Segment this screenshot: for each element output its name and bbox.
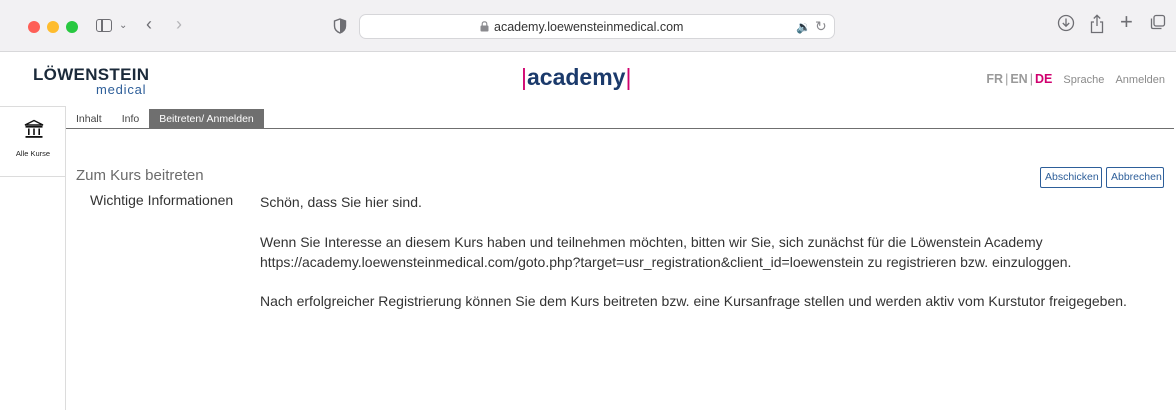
address-bar[interactable]: academy.loewensteinmedical.com 🔉 ↻ xyxy=(359,14,835,39)
page-title: Zum Kurs beitreten xyxy=(76,167,204,184)
close-window-button[interactable] xyxy=(28,21,40,33)
info-section-label: Wichtige Informationen xyxy=(90,192,234,208)
tab-overview-icon[interactable] xyxy=(1150,14,1166,30)
institution-icon xyxy=(24,119,44,138)
language-menu-link[interactable]: Sprache xyxy=(1063,74,1104,86)
language-navigation: FR | EN | DE Sprache Anmelden xyxy=(986,72,1165,86)
sidebar-toggle-icon[interactable] xyxy=(96,19,112,32)
tab-content[interactable]: Inhalt xyxy=(66,109,112,129)
info-paragraph-greeting: Schön, dass Sie hier sind. xyxy=(260,194,422,210)
url-text: academy.loewensteinmedical.com xyxy=(494,20,684,34)
cancel-button[interactable]: Abbrechen xyxy=(1106,167,1164,188)
logo-subtitle: medical xyxy=(95,82,147,97)
fullscreen-window-button[interactable] xyxy=(66,21,78,33)
info-paragraph-after-registration: Nach erfolgreicher Registrierung können … xyxy=(260,293,1127,309)
language-separator: | xyxy=(1029,72,1033,86)
rail-item-all-courses[interactable]: Alle Kurse xyxy=(0,107,66,177)
rail-item-label: Alle Kurse xyxy=(15,149,51,158)
brand-text: academy xyxy=(526,64,626,90)
language-separator: | xyxy=(1005,72,1009,86)
info-paragraph-registration-line2: https://academy.loewensteinmedical.com/g… xyxy=(260,254,1072,270)
loewenstein-logo[interactable]: LÖWENSTEIN medical xyxy=(33,66,149,96)
share-icon[interactable] xyxy=(1089,14,1105,34)
logo-wordmark: LÖWENSTEIN xyxy=(33,65,150,84)
chevron-down-icon[interactable]: ⌄ xyxy=(119,18,127,34)
forward-arrow-icon[interactable]: › xyxy=(176,15,182,33)
left-navigation-rail: Alle Kurse xyxy=(0,106,66,410)
browser-toolbar: ⌄ ‹ › academy.loewensteinmedical.com 🔉 ↻… xyxy=(0,0,1176,52)
minimize-window-button[interactable] xyxy=(47,21,59,33)
new-tab-icon[interactable]: + xyxy=(1120,11,1133,33)
info-paragraph-registration-line1: Wenn Sie Interesse an diesem Kurs haben … xyxy=(260,234,1043,250)
reload-icon[interactable]: ↻ xyxy=(815,18,827,35)
tab-info[interactable]: Info xyxy=(112,109,150,129)
back-arrow-icon[interactable]: ‹ xyxy=(146,15,152,33)
submit-button[interactable]: Abschicken xyxy=(1040,167,1102,188)
tab-divider xyxy=(66,128,1174,129)
language-link-fr[interactable]: FR xyxy=(986,72,1003,86)
privacy-shield-icon[interactable] xyxy=(333,18,347,34)
lock-icon xyxy=(480,21,489,32)
audio-playing-icon[interactable]: 🔉 xyxy=(796,20,811,34)
brand-bar-right: | xyxy=(625,64,632,90)
download-icon[interactable] xyxy=(1057,14,1075,32)
login-link[interactable]: Anmelden xyxy=(1115,74,1165,86)
tab-join-register[interactable]: Beitreten/ Anmelden xyxy=(149,109,264,129)
language-link-de[interactable]: DE xyxy=(1035,72,1052,86)
academy-brand[interactable]: |academy| xyxy=(521,64,631,91)
language-link-en[interactable]: EN xyxy=(1010,72,1027,86)
tab-bar: Inhalt Info Beitreten/ Anmelden xyxy=(66,109,264,129)
